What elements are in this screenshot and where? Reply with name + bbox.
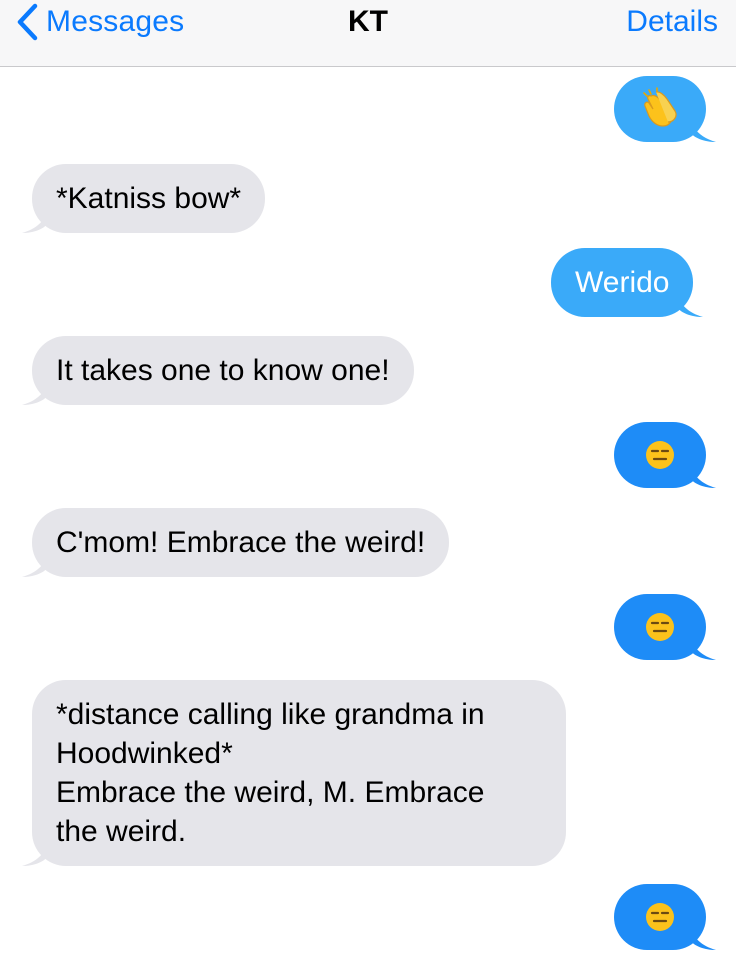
message-bubble-incoming[interactable]: *Katniss bow*	[22, 164, 266, 233]
message-bubble-incoming[interactable]: C'mom! Embrace the weird!	[22, 508, 450, 577]
chevron-left-icon	[17, 3, 38, 41]
message-bubble-incoming[interactable]: It takes one to know one!	[22, 336, 414, 405]
bubble-tail	[690, 116, 716, 142]
message-bubble-outgoing[interactable]	[614, 594, 716, 660]
navigation-bar: Messages KT Details	[0, 0, 736, 67]
bubble-tail	[690, 924, 716, 950]
message-bubble-outgoing[interactable]	[614, 884, 716, 950]
details-button[interactable]: Details	[626, 0, 718, 44]
bubble-tail	[22, 551, 48, 577]
clapping-hands-emoji-icon	[643, 87, 677, 127]
expressionless-face-emoji-icon	[646, 613, 674, 641]
back-button[interactable]: Messages	[16, 0, 184, 44]
message-bubble-outgoing[interactable]	[614, 76, 716, 142]
back-button-label: Messages	[46, 5, 185, 38]
bubble-tail	[22, 379, 48, 405]
message-bubble-outgoing[interactable]	[614, 422, 716, 488]
expressionless-face-emoji-icon	[646, 441, 674, 469]
message-text: Werido	[575, 266, 670, 299]
expressionless-face-emoji-icon	[646, 903, 674, 931]
bubble-tail	[22, 840, 48, 866]
message-bubble-incoming[interactable]: *distance calling like grandma in Hoodwi…	[22, 680, 566, 866]
bubble-tail	[677, 291, 704, 317]
bubble-tail	[690, 462, 716, 488]
message-text: It takes one to know one!	[56, 354, 390, 387]
bubble-tail	[690, 634, 716, 660]
bubble-tail	[22, 207, 48, 233]
message-text: C'mom! Embrace the weird!	[56, 526, 426, 559]
message-text: *Katniss bow*	[56, 182, 242, 215]
message-bubble-outgoing[interactable]: Werido	[551, 248, 704, 317]
message-text: *distance calling like grandma in Hoodwi…	[56, 698, 485, 848]
